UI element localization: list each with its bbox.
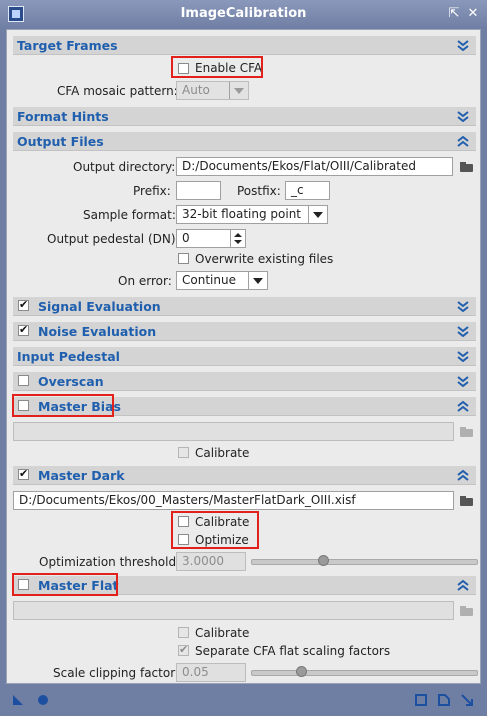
- slider-handle[interactable]: [318, 555, 329, 566]
- signal-evaluation-checkbox[interactable]: [18, 298, 29, 311]
- on-error-label: On error:: [118, 274, 172, 288]
- chevron-down-icon: [248, 272, 267, 289]
- section-target-frames[interactable]: Target Frames: [13, 36, 476, 55]
- title-bar[interactable]: ImageCalibration ⇱ ✕: [0, 0, 487, 29]
- pin-icon[interactable]: ⇱: [446, 6, 462, 22]
- section-title: Output Files: [17, 134, 104, 149]
- section-title: Master Flat: [38, 578, 119, 593]
- sample-format-value: 32-bit floating point: [182, 207, 302, 221]
- master-dark-path-field[interactable]: D:/Documents/Ekos/00_Masters/MasterFlatD…: [13, 491, 454, 510]
- section-master-flat[interactable]: Master Flat: [13, 576, 476, 595]
- scale-clipping-slider[interactable]: [251, 666, 478, 677]
- cfa-mosaic-label: CFA mosaic pattern:: [57, 84, 178, 98]
- collapse-chevron-icon[interactable]: [457, 579, 469, 591]
- optimization-threshold-label: Optimization threshold:: [39, 555, 181, 569]
- section-noise-evaluation[interactable]: Noise Evaluation: [13, 322, 476, 341]
- scale-clipping-label: Scale clipping factor:: [53, 666, 179, 680]
- overwrite-label: Overwrite existing files: [195, 252, 334, 266]
- section-title: Overscan: [38, 374, 104, 389]
- separate-cfa-checkbox[interactable]: [178, 643, 189, 656]
- folder-icon[interactable]: [460, 606, 473, 616]
- master-dark-calibrate-label: Calibrate: [195, 515, 250, 529]
- folder-icon[interactable]: [460, 427, 473, 437]
- output-pedestal-value: 0: [182, 231, 190, 245]
- expand-chevron-icon[interactable]: [457, 39, 469, 51]
- output-directory-label: Output directory:: [73, 160, 176, 174]
- master-bias-checkbox[interactable]: [18, 400, 29, 411]
- postfix-field[interactable]: _c: [285, 181, 330, 200]
- folder-icon[interactable]: [460, 162, 473, 172]
- master-dark-checkbox[interactable]: [18, 467, 29, 480]
- collapse-chevron-icon[interactable]: [457, 469, 469, 481]
- chevron-down-icon: [229, 82, 248, 99]
- slider-handle[interactable]: [296, 666, 307, 677]
- section-output-files[interactable]: Output Files: [13, 132, 476, 151]
- master-flat-path-field[interactable]: [13, 601, 454, 620]
- section-master-bias[interactable]: Master Bias: [13, 397, 476, 416]
- output-pedestal-label: Output pedestal (DN):: [47, 232, 180, 246]
- section-overscan[interactable]: Overscan: [13, 372, 476, 391]
- master-dark-optimize-label: Optimize: [195, 533, 249, 547]
- enable-cfa-label: Enable CFA: [195, 61, 263, 75]
- optimization-threshold-slider[interactable]: [251, 555, 478, 566]
- section-input-pedestal[interactable]: Input Pedestal: [13, 347, 476, 366]
- prefix-field[interactable]: [176, 181, 221, 200]
- master-flat-checkbox[interactable]: [18, 579, 29, 590]
- cfa-mosaic-value: Auto: [182, 83, 210, 97]
- close-icon[interactable]: ✕: [465, 6, 481, 22]
- section-format-hints[interactable]: Format Hints: [13, 107, 476, 126]
- section-title: Noise Evaluation: [38, 324, 157, 339]
- new-instance-icon[interactable]: [11, 693, 25, 707]
- sample-format-select[interactable]: 32-bit floating point: [176, 205, 328, 224]
- overwrite-checkbox[interactable]: [178, 253, 189, 264]
- expand-chevron-icon[interactable]: [457, 350, 469, 362]
- client-area: Target Frames Enable CFA CFA mosaic patt…: [6, 29, 481, 684]
- master-bias-calibrate-label: Calibrate: [195, 446, 250, 460]
- section-title: Target Frames: [17, 38, 118, 53]
- window-title: ImageCalibration: [180, 6, 307, 21]
- output-directory-field[interactable]: D:/Documents/Ekos/Flat/OIII/Calibrated: [176, 157, 453, 176]
- expand-chevron-icon[interactable]: [457, 325, 469, 337]
- sample-format-label: Sample format:: [83, 208, 176, 222]
- enable-cfa-checkbox[interactable]: [178, 63, 189, 74]
- overscan-checkbox[interactable]: [18, 375, 29, 386]
- section-master-dark[interactable]: Master Dark: [13, 466, 476, 485]
- chevron-down-icon: [308, 206, 327, 223]
- scale-clipping-field[interactable]: 0.05: [176, 663, 246, 682]
- section-signal-evaluation[interactable]: Signal Evaluation: [13, 297, 476, 316]
- folder-icon[interactable]: [460, 496, 473, 506]
- master-dark-calibrate-checkbox[interactable]: [178, 516, 189, 527]
- master-bias-calibrate-checkbox[interactable]: [178, 447, 189, 458]
- master-flat-calibrate-checkbox[interactable]: [178, 627, 189, 638]
- section-title: Master Dark: [38, 468, 125, 483]
- on-error-select[interactable]: Continue: [176, 271, 268, 290]
- reset-icon[interactable]: [460, 693, 474, 707]
- output-pedestal-spinbox[interactable]: 0: [176, 229, 246, 248]
- optimization-threshold-field[interactable]: 3.0000: [176, 552, 246, 571]
- expand-chevron-icon[interactable]: [457, 300, 469, 312]
- apply-global-icon[interactable]: [37, 694, 49, 706]
- master-flat-calibrate-label: Calibrate: [195, 626, 250, 640]
- cfa-mosaic-select[interactable]: Auto: [176, 81, 249, 100]
- image-calibration-window: ImageCalibration ⇱ ✕ Target Frames Enabl…: [0, 0, 487, 716]
- section-title: Master Bias: [38, 399, 121, 414]
- on-error-value: Continue: [182, 273, 236, 287]
- section-title: Format Hints: [17, 109, 109, 124]
- section-title: Input Pedestal: [17, 349, 120, 364]
- expand-chevron-icon[interactable]: [457, 375, 469, 387]
- preview-icon[interactable]: [414, 693, 428, 707]
- section-title: Signal Evaluation: [38, 299, 161, 314]
- master-bias-path-field[interactable]: [13, 422, 454, 441]
- spin-arrows-icon[interactable]: [230, 230, 245, 247]
- prefix-label: Prefix:: [133, 184, 171, 198]
- edit-icon[interactable]: [437, 693, 451, 707]
- expand-chevron-icon[interactable]: [457, 110, 469, 122]
- separate-cfa-label: Separate CFA flat scaling factors: [195, 644, 391, 658]
- noise-evaluation-checkbox[interactable]: [18, 323, 29, 336]
- collapse-chevron-icon[interactable]: [457, 135, 469, 147]
- postfix-label: Postfix:: [237, 184, 281, 198]
- master-dark-optimize-checkbox[interactable]: [178, 534, 189, 545]
- collapse-chevron-icon[interactable]: [457, 400, 469, 412]
